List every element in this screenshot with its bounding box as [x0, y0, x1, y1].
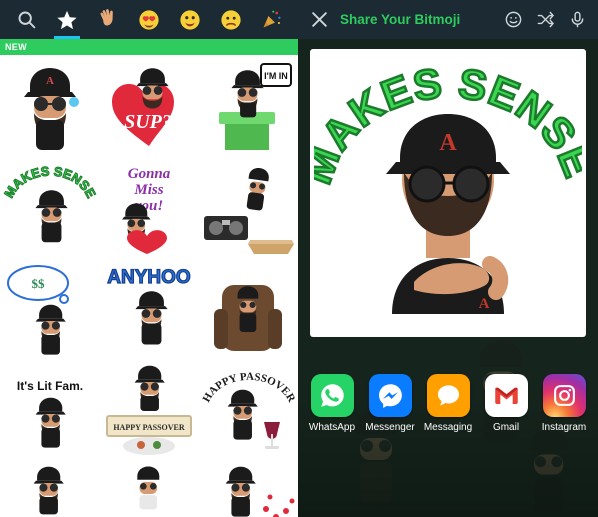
sticker-sweat-drop[interactable]: A — [0, 55, 99, 156]
sticker-sup-heart[interactable]: SUP? — [99, 55, 198, 156]
share-app-label: Messaging — [423, 422, 473, 433]
sticker-makes-sense[interactable]: MAKES SENSE — [0, 156, 99, 257]
tab-favorites[interactable] — [47, 0, 88, 39]
share-app-gmail[interactable]: Gmail — [480, 374, 532, 433]
share-app-messaging[interactable]: Messaging — [422, 374, 474, 433]
share-app-label: Messenger — [365, 422, 415, 433]
sticker-haha[interactable]: HAHA HAHA — [0, 459, 99, 517]
instagram-icon[interactable] — [542, 374, 586, 417]
app-screen: NEW A SUP? I'M IN MAKES SENS Gonna Miss … — [0, 0, 598, 517]
whatsapp-icon[interactable] — [310, 374, 354, 417]
svg-text:A: A — [439, 130, 457, 156]
sticker-happy-passover-banner[interactable]: HAPPY PASSOVER — [99, 358, 198, 459]
sticker-caption: ANYHOO — [107, 267, 190, 288]
new-section-bar: NEW — [0, 39, 298, 55]
sticker-armchair-sitting[interactable] — [199, 257, 298, 358]
sticker-holla[interactable]: HOLLA — [99, 459, 198, 517]
keyboard-category-tabs — [0, 0, 298, 39]
sticker-confetti-red[interactable] — [199, 459, 298, 517]
tab-sad[interactable] — [210, 0, 251, 39]
bitmoji-keyboard-panel: NEW A SUP? I'M IN MAKES SENS Gonna Miss … — [0, 0, 298, 517]
messenger-icon[interactable] — [368, 374, 412, 417]
bitmoji-preview-image: MAKES SENSE A — [310, 49, 586, 337]
share-app-instagram[interactable]: Instagram — [538, 374, 590, 433]
svg-text:Gonna: Gonna — [128, 166, 171, 182]
bitmoji-preview-card[interactable]: MAKES SENSE A — [310, 49, 586, 337]
tab-greetings[interactable] — [88, 0, 129, 39]
microphone-icon[interactable] — [566, 9, 588, 31]
svg-text:Miss: Miss — [133, 182, 163, 198]
share-app-messenger[interactable]: Messenger — [364, 374, 416, 433]
svg-text:A: A — [46, 75, 54, 87]
sticker-its-lit-fam[interactable]: It's Lit Fam. — [0, 358, 99, 459]
share-app-label: Instagram — [541, 422, 587, 433]
sticker-gonna-miss-you[interactable]: Gonna Miss you! — [99, 156, 198, 257]
tab-love[interactable] — [129, 0, 170, 39]
share-app-row: WhatsApp Messenger Messaging Gmail Insta… — [298, 374, 598, 433]
shuffle-icon[interactable] — [534, 9, 556, 31]
sticker-caption: I'M IN — [265, 71, 289, 81]
messaging-icon[interactable] — [426, 374, 470, 417]
sticker-caption: SUP? — [124, 111, 172, 133]
sticker-happy-passover-wine[interactable]: HAPPY PASSOVER — [199, 358, 298, 459]
share-app-label: Gmail — [492, 422, 520, 433]
sticker-grid: A SUP? I'M IN MAKES SENS Gonna Miss you!… — [0, 55, 298, 517]
svg-text:A: A — [479, 296, 490, 312]
sticker-thought-bubble-money[interactable]: $$ — [0, 257, 99, 358]
close-icon[interactable] — [308, 9, 330, 31]
svg-text:$$: $$ — [31, 276, 45, 291]
gmail-icon[interactable] — [484, 374, 528, 417]
tab-search[interactable] — [6, 0, 47, 39]
sticker-breakdance-boombox[interactable] — [199, 156, 298, 257]
sticker-im-in-pipe[interactable]: I'M IN — [199, 55, 298, 156]
sticker-anyhoo[interactable]: ANYHOO — [99, 257, 198, 358]
share-title: Share Your Bitmoji — [340, 12, 461, 27]
tab-celebration[interactable] — [251, 0, 292, 39]
tab-happy[interactable] — [169, 0, 210, 39]
share-app-whatsapp[interactable]: WhatsApp — [306, 374, 358, 433]
new-section-label: NEW — [5, 42, 27, 52]
sticker-caption: It's Lit Fam. — [17, 379, 83, 393]
share-header: Share Your Bitmoji — [298, 0, 598, 39]
smiley-outline-icon[interactable] — [502, 9, 524, 31]
svg-text:HAPPY PASSOVER: HAPPY PASSOVER — [113, 423, 185, 432]
share-bitmoji-panel: Share Your Bitmoji AKES SENS A A WhatsAp… — [298, 0, 598, 517]
share-app-label: WhatsApp — [308, 422, 356, 433]
